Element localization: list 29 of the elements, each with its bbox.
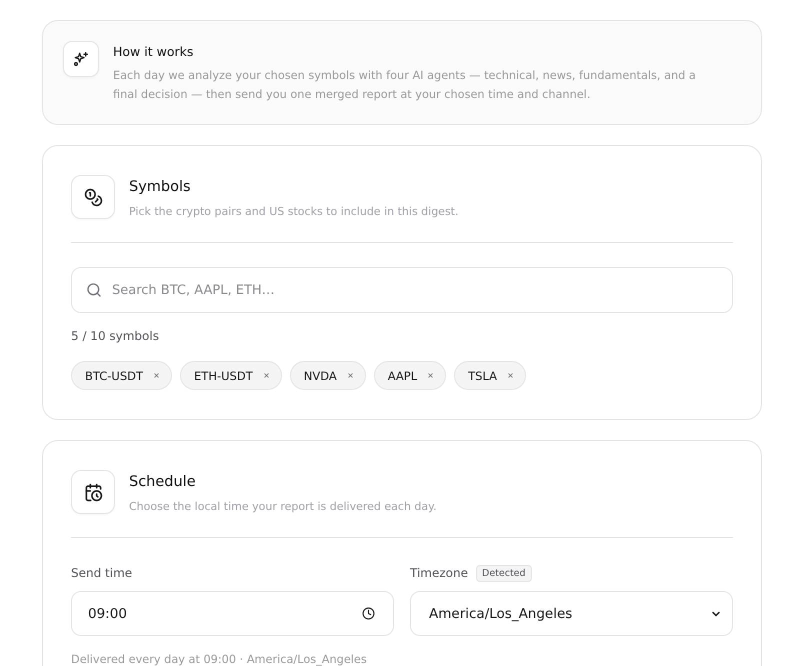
info-text: Each day we analyze your chosen symbols with four AI agents — technical, news, fundamentals, and a final decision — then send you one merged report at your chosen time and channel. xyxy=(113,68,697,103)
field-label: Timezone xyxy=(410,566,468,580)
section-title: Schedule xyxy=(129,473,197,492)
close-icon[interactable] xyxy=(262,372,270,379)
symbol-chip[interactable]: NVDA xyxy=(290,361,366,390)
coins-icon xyxy=(71,175,115,219)
clock-icon[interactable] xyxy=(362,607,375,620)
timezone-select[interactable]: America/Los_Angeles xyxy=(410,591,733,636)
time-field[interactable]: 09:00 xyxy=(71,591,394,636)
info-title: How it works xyxy=(113,43,194,61)
close-icon[interactable] xyxy=(346,372,354,379)
calendar-clock-icon xyxy=(71,470,115,514)
close-icon[interactable] xyxy=(507,372,514,379)
section-subtitle: Pick the crypto pairs and US stocks to include in this digest. xyxy=(129,204,458,220)
symbol-chip[interactable]: AAPL xyxy=(374,361,446,390)
sparkles-icon xyxy=(63,41,99,77)
search-field[interactable]: Search BTC, AAPL, ETH… xyxy=(71,267,733,313)
close-icon[interactable] xyxy=(153,372,160,379)
field-label: Send time xyxy=(71,566,132,580)
detected-badge: Detected xyxy=(476,564,532,582)
search-icon xyxy=(86,282,102,298)
close-icon[interactable] xyxy=(427,372,434,379)
symbol-count: 5 / 10 symbols xyxy=(71,328,160,344)
symbol-chip[interactable]: BTC-USDT xyxy=(71,361,172,390)
section-subtitle: Choose the local time your report is delivered each day. xyxy=(129,499,437,515)
section-title: Symbols xyxy=(129,178,192,197)
symbol-chip[interactable]: ETH-USDT xyxy=(180,361,282,390)
delivery-note: Delivered every day at 09:00 · America/Los_Angeles xyxy=(71,653,368,666)
symbol-chip[interactable]: TSLA xyxy=(454,361,526,390)
